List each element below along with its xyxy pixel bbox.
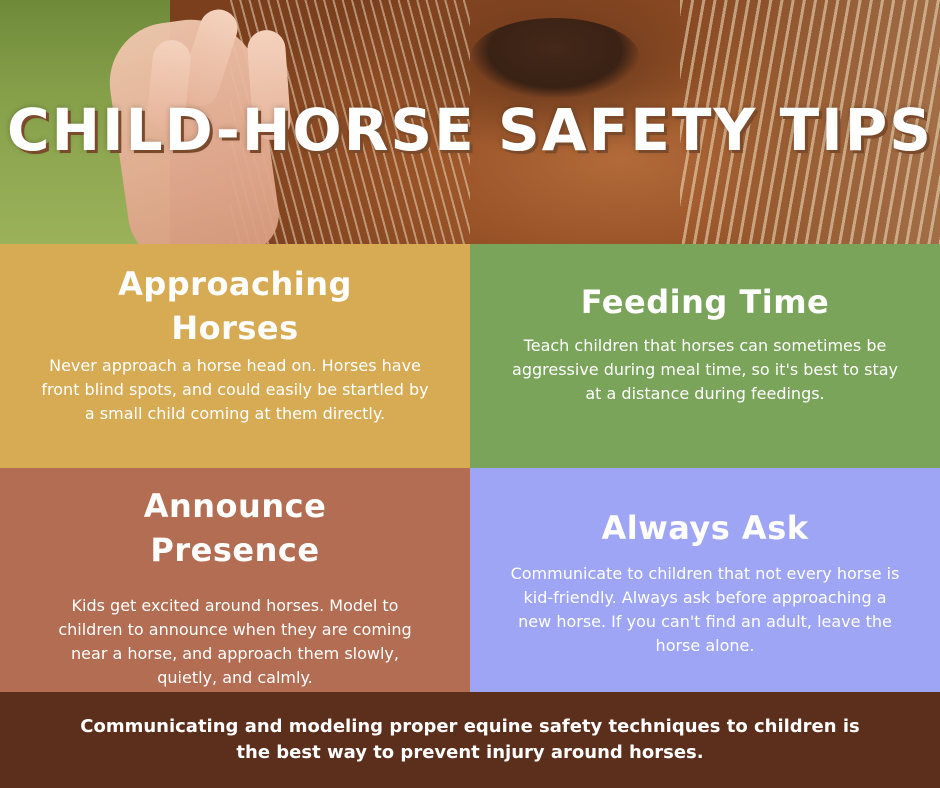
- tip-heading: Approaching Horses: [40, 262, 430, 350]
- tip-heading-line: Presence: [150, 531, 320, 569]
- tip-heading-line: Approaching: [118, 265, 352, 303]
- page-title: CHILD-HORSE SAFETY TIPS: [6, 96, 934, 164]
- tip-approaching-horses: Approaching Horses Never approach a hors…: [0, 244, 470, 468]
- tip-announce-presence: Announce Presence Kids get excited aroun…: [0, 468, 470, 692]
- tip-body: Kids get excited around horses. Model to…: [58, 596, 412, 687]
- tip-heading: Always Ask: [601, 509, 809, 547]
- tip-heading: Feeding Time: [580, 283, 830, 321]
- hero-photo: CHILD-HORSE SAFETY TIPS: [0, 0, 940, 244]
- tip-heading-line: Announce: [143, 487, 327, 525]
- tip-heading-line: Horses: [171, 309, 299, 347]
- tip-heading: Announce Presence: [40, 484, 430, 572]
- footer-banner: Communicating and modeling proper equine…: [0, 692, 940, 788]
- tip-body: Teach children that horses can sometimes…: [512, 336, 898, 403]
- tip-body: Never approach a horse head on. Horses h…: [41, 356, 429, 423]
- horse-eye: [470, 18, 640, 98]
- infographic: CHILD-HORSE SAFETY TIPS Approaching Hors…: [0, 0, 940, 788]
- tip-feeding-time: Feeding Time Teach children that horses …: [470, 244, 940, 468]
- tip-body: Communicate to children that not every h…: [510, 564, 900, 655]
- tip-always-ask: Always Ask Communicate to children that …: [470, 468, 940, 692]
